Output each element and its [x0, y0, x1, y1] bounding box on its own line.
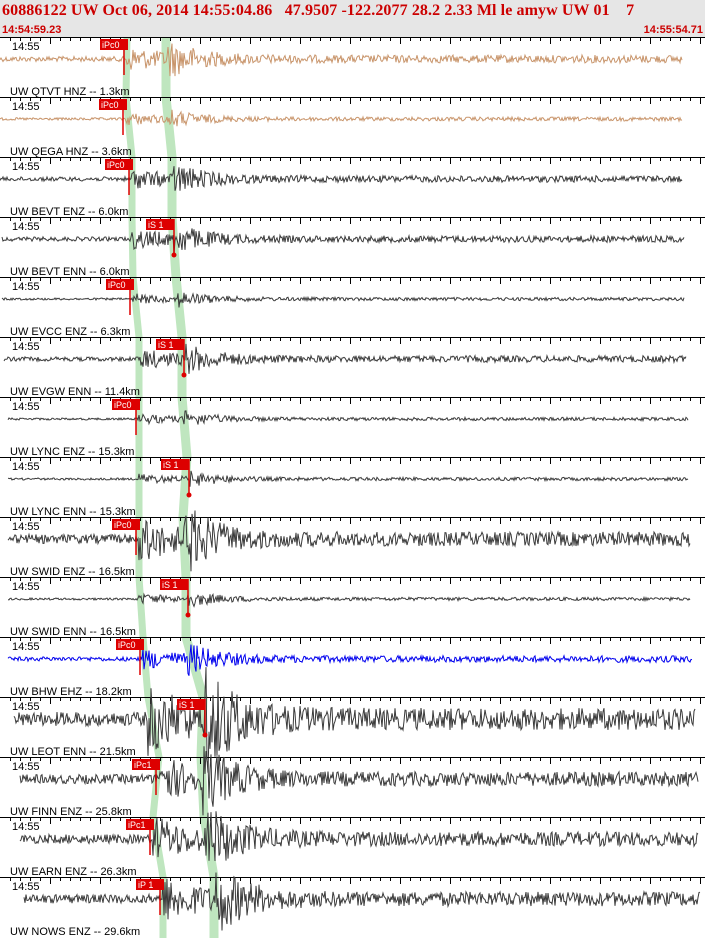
trace-panel[interactable]: iS 1 14:55 UW BEVT ENN -- 6.0km [0, 217, 705, 278]
waveform-trace [19, 811, 699, 862]
pick-dot [181, 372, 187, 378]
waveform-trace [1, 228, 685, 255]
trace-panel[interactable]: iS 1 14:55 UW LYNC ENN -- 15.3km [0, 457, 705, 518]
panel-time-label: 14:55 [12, 821, 40, 833]
pick-label: iPc0 [101, 100, 119, 110]
panel-time-label: 14:55 [12, 41, 40, 53]
start-time: 14:54:59.23 [2, 24, 62, 36]
station-label: UW NOWS ENZ -- 29.6km [10, 926, 140, 938]
station-label: UW BEVT ENZ -- 6.0km [10, 206, 128, 218]
pick-label: iP 1 [138, 880, 153, 890]
pick-label: iPc0 [108, 280, 126, 290]
trace-panel[interactable]: iS 1 14:55 UW SWID ENN -- 16.5km [0, 577, 705, 638]
panel-time-label: 14:55 [12, 881, 40, 893]
trace-panel[interactable]: iS 1 14:55 UW LEOT ENN -- 21.5km [0, 667, 705, 773]
trace-panel[interactable]: iP 1 14:55 UW NOWS ENZ -- 29.6km [0, 872, 705, 938]
station-label: UW FINN ENZ -- 25.8km [10, 806, 132, 818]
waveform-trace [7, 470, 689, 487]
station-label: UW LYNC ENN -- 15.3km [10, 506, 136, 518]
seismogram-plot[interactable]: iPc0 14:55 UW QTVT HNZ -- 1.3km iPc0 14:55 UW… [0, 37, 705, 938]
end-time: 14:55:54.71 [643, 24, 703, 36]
station-label: UW EARN ENZ -- 26.3km [10, 866, 137, 878]
station-label: UW EVCC ENZ -- 6.3km [10, 326, 130, 338]
waveform-trace [7, 644, 693, 676]
pick-dot [171, 252, 177, 258]
trace-panel[interactable]: iPc0 14:55 UW EVCC ENZ -- 6.3km [0, 277, 705, 338]
pick-label: iPc0 [107, 160, 125, 170]
panel-time-label: 14:55 [12, 701, 40, 713]
panel-time-label: 14:55 [12, 341, 40, 353]
station-label: UW SWID ENN -- 16.5km [10, 626, 136, 638]
waveform-trace [7, 410, 689, 426]
pick-label: iPc0 [114, 520, 132, 530]
pick-label: iPc0 [102, 40, 120, 50]
waveform-trace [7, 592, 691, 608]
trace-panel[interactable]: iPc0 14:55 UW BEVT ENZ -- 6.0km [0, 157, 705, 218]
pick-dot [185, 612, 191, 618]
panel-time-label: 14:55 [12, 401, 40, 413]
waveform-trace [23, 872, 701, 931]
trace-panel[interactable]: iPc1 14:55 UW EARN ENZ -- 26.3km [0, 811, 705, 878]
waveform-trace [3, 343, 687, 374]
pick-label: iS 1 [162, 580, 178, 590]
panel-time-label: 14:55 [12, 161, 40, 173]
station-label: UW LYNC ENZ -- 15.3km [10, 446, 134, 458]
trace-panel[interactable]: iPc0 14:55 UW BHW EHZ -- 18.2km [0, 637, 705, 698]
station-label: UW EVGW ENN -- 11.4km [10, 386, 140, 398]
trace-panel[interactable]: iPc0 14:55 UW SWID ENZ -- 16.5km [0, 510, 705, 579]
trace-panel[interactable]: iPc0 14:55 UW QEGA HNZ -- 3.6km [0, 97, 705, 158]
station-label: UW SWID ENZ -- 16.5km [10, 566, 135, 578]
panel-time-label: 14:55 [12, 281, 40, 293]
pick-label: iPc0 [114, 400, 132, 410]
station-label: UW QEGA HNZ -- 3.6km [10, 146, 132, 158]
waveform-trace [1, 292, 685, 308]
pick-label: iPc1 [128, 820, 146, 830]
waveform-trace [0, 109, 683, 127]
trace-panel[interactable]: iPc1 14:55 UW FINN ENZ -- 25.8km [0, 746, 705, 818]
station-label: UW QTVT HNZ -- 1.3km [10, 86, 130, 98]
pick-dot [202, 732, 208, 738]
panel-time-label: 14:55 [12, 221, 40, 233]
panel-time-label: 14:55 [12, 761, 40, 773]
pick-label: iS 1 [148, 220, 164, 230]
pick-label: iS 1 [163, 460, 179, 470]
trace-panel[interactable]: iS 1 14:55 UW EVGW ENN -- 11.4km [0, 337, 705, 398]
panel-time-label: 14:55 [12, 641, 40, 653]
panel-time-label: 14:55 [12, 581, 40, 593]
pick-label: iPc1 [134, 760, 152, 770]
panel-time-label: 14:55 [12, 521, 40, 533]
panel-time-label: 14:55 [12, 461, 40, 473]
trace-panel[interactable]: iPc0 14:55 UW QTVT HNZ -- 1.3km [0, 37, 705, 98]
station-label: UW BHW EHZ -- 18.2km [10, 686, 132, 698]
trace-panel[interactable]: iPc0 14:55 UW LYNC ENZ -- 15.3km [0, 397, 705, 458]
panel-time-label: 14:55 [12, 101, 40, 113]
pick-label: iS 1 [179, 700, 195, 710]
event-title: 60886122 UW Oct 06, 2014 14:55:04.86 47.… [2, 2, 635, 19]
waveform-trace [0, 166, 683, 191]
station-label: UW BEVT ENN -- 6.0km [10, 266, 130, 278]
pick-label: iS 1 [158, 340, 174, 350]
pick-label: iPc0 [118, 640, 136, 650]
station-label: UW LEOT ENN -- 21.5km [10, 746, 136, 758]
pick-dot [186, 492, 192, 498]
header-bar: 60886122 UW Oct 06, 2014 14:55:04.86 47.… [0, 0, 705, 37]
